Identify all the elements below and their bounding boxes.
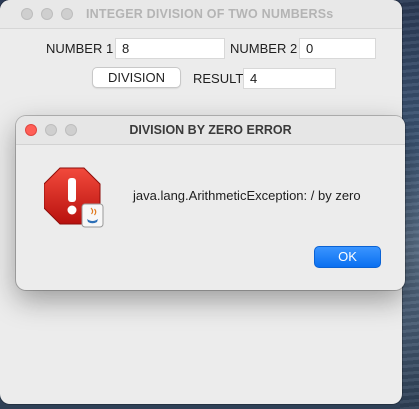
dialog-titlebar[interactable]: DIVISION BY ZERO ERROR (16, 116, 405, 145)
result-field[interactable] (243, 68, 336, 89)
main-titlebar[interactable]: INTEGER DIVISION OF TWO NUMBERSs (0, 0, 402, 29)
result-label: RESULT (193, 71, 244, 86)
error-message: java.lang.ArithmeticException: / by zero (133, 188, 361, 203)
dialog-title: DIVISION BY ZERO ERROR (129, 123, 292, 137)
java-badge-icon (81, 203, 104, 228)
error-stop-icon (44, 167, 104, 228)
ok-button[interactable]: OK (314, 246, 381, 268)
zoom-button[interactable] (61, 8, 73, 20)
number2-input[interactable] (299, 38, 376, 59)
number1-label: NUMBER 1 (46, 41, 114, 56)
close-button[interactable] (21, 8, 33, 20)
minimize-button[interactable] (41, 8, 53, 20)
error-dialog: DIVISION BY ZERO ERROR java.lang.Arithme… (16, 116, 405, 290)
window-title: INTEGER DIVISION OF TWO NUMBERSs (86, 7, 334, 21)
division-button[interactable]: DIVISION (92, 67, 181, 88)
number2-label: NUMBER 2 (230, 41, 298, 56)
number1-input[interactable] (115, 38, 225, 59)
